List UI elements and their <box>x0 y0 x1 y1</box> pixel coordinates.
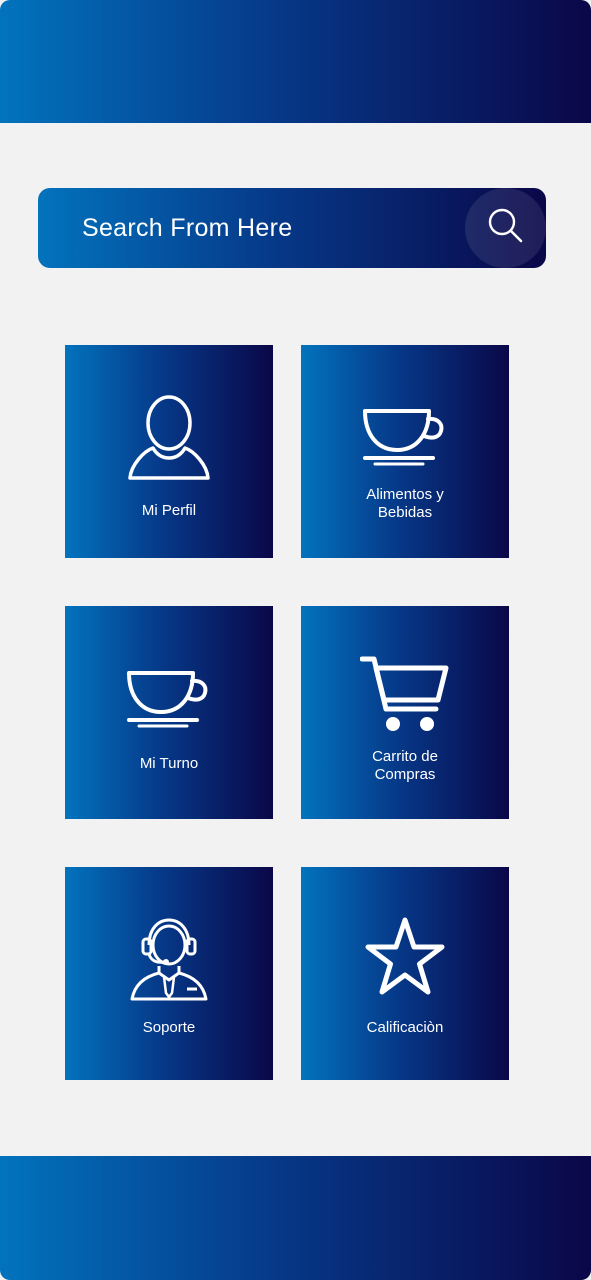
tile-label: Carrito de Compras <box>372 748 438 783</box>
support-agent-icon <box>65 915 273 1003</box>
tile-label: Alimentos y Bebidas <box>366 486 444 521</box>
cup-icon <box>65 670 273 730</box>
tile-label: Mi Turno <box>139 755 199 772</box>
tile-mi-turno[interactable]: Mi Turno <box>65 606 273 819</box>
bottom-footer-bar <box>0 1156 591 1280</box>
tile-label: Soporte <box>142 1019 196 1036</box>
tile-carrito-compras[interactable]: Carrito de Compras <box>301 606 509 819</box>
tile-calificacion[interactable]: Calificaciòn <box>301 867 509 1080</box>
user-icon <box>65 395 273 481</box>
tile-mi-perfil[interactable]: Mi Perfil <box>65 345 273 558</box>
search-input[interactable]: Search From Here <box>82 188 292 268</box>
search-bar[interactable]: Search From Here <box>38 188 546 268</box>
cup-icon <box>301 408 509 468</box>
tile-label: Calificaciòn <box>366 1019 444 1036</box>
search-button[interactable] <box>465 188 546 268</box>
tile-soporte[interactable]: Soporte <box>65 867 273 1080</box>
tile-alimentos-bebidas[interactable]: Alimentos y Bebidas <box>301 345 509 558</box>
shopping-cart-icon <box>301 654 509 734</box>
tile-label: Mi Perfil <box>141 502 197 519</box>
search-icon <box>486 206 526 251</box>
star-icon <box>301 916 509 996</box>
top-header-bar <box>0 0 591 123</box>
